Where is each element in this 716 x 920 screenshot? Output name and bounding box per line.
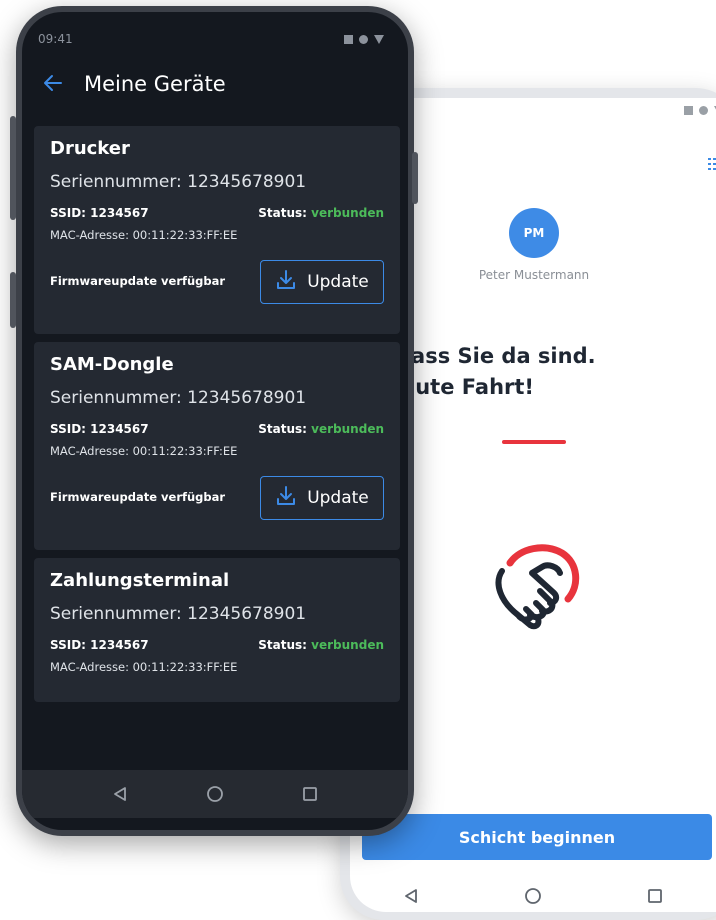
signal-icon	[684, 106, 693, 115]
device-status: Status: verbunden	[258, 422, 384, 436]
device-ssid: SSID: 1234567	[50, 422, 149, 436]
status-label: Status:	[258, 638, 307, 652]
status-label: Status:	[258, 206, 307, 220]
side-button	[412, 152, 418, 204]
download-icon	[275, 269, 297, 295]
update-label: Update	[307, 488, 369, 508]
nav-home-icon[interactable]	[198, 777, 232, 811]
device-ssid: SSID: 1234567	[50, 638, 149, 652]
update-label: Update	[307, 272, 369, 292]
device-card-sam-dongle: SAM-Dongle Seriennummer: 12345678901 SSI…	[34, 342, 400, 550]
status-value: verbunden	[311, 638, 384, 652]
avatar: PM	[509, 208, 559, 258]
power-button	[10, 272, 16, 328]
list-menu-icon[interactable]	[708, 156, 716, 175]
update-button[interactable]: Update	[260, 476, 384, 520]
firmware-notice: Firmwareupdate verfügbar	[50, 274, 226, 288]
nav-home-icon[interactable]	[516, 879, 550, 912]
network-icon	[699, 106, 708, 115]
start-shift-button[interactable]: Schicht beginnen	[362, 814, 712, 860]
device-name: SAM-Dongle	[50, 354, 174, 375]
avatar-initials: PM	[523, 226, 545, 240]
device-serial: Seriennummer: 12345678901	[50, 172, 307, 192]
firmware-notice: Firmwareupdate verfügbar	[50, 490, 226, 504]
light-nav-bar	[350, 876, 716, 912]
wifi-icon	[374, 35, 384, 44]
volume-button	[10, 116, 16, 220]
nav-recents-icon[interactable]	[638, 879, 672, 912]
devices-screen: 09:41 Meine Geräte Drucker Seriennummer:…	[22, 12, 408, 830]
back-arrow-icon[interactable]	[42, 72, 64, 98]
user-name: Peter Mustermann	[478, 268, 590, 282]
page-title: Meine Geräte	[84, 72, 226, 96]
device-serial: Seriennummer: 12345678901	[50, 388, 307, 408]
status-value: verbunden	[311, 206, 384, 220]
device-name: Drucker	[50, 138, 130, 159]
signal-icon	[344, 35, 353, 44]
device-mac: MAC-Adresse: 00:11:22:33:FF:EE	[50, 228, 238, 242]
dark-nav-bar	[22, 770, 408, 818]
device-name: Zahlungsterminal	[50, 570, 230, 591]
device-status: Status: verbunden	[258, 638, 384, 652]
nav-back-icon[interactable]	[103, 777, 137, 811]
device-card-zahlungsterminal: Zahlungsterminal Seriennummer: 123456789…	[34, 558, 400, 702]
device-mac: MAC-Adresse: 00:11:22:33:FF:EE	[50, 444, 238, 458]
handshake-icon	[480, 523, 590, 637]
status-value: verbunden	[311, 422, 384, 436]
nav-back-icon[interactable]	[394, 879, 428, 912]
update-button[interactable]: Update	[260, 260, 384, 304]
dark-phone: 09:41 Meine Geräte Drucker Seriennummer:…	[10, 6, 418, 836]
status-bar-icons	[684, 106, 716, 115]
nav-recents-icon[interactable]	[293, 777, 327, 811]
device-card-drucker: Drucker Seriennummer: 12345678901 SSID: …	[34, 126, 400, 334]
device-mac: MAC-Adresse: 00:11:22:33:FF:EE	[50, 660, 238, 674]
status-bar-icons	[344, 35, 384, 44]
start-shift-label: Schicht beginnen	[458, 827, 616, 847]
status-time: 09:41	[38, 32, 73, 46]
device-status: Status: verbunden	[258, 206, 384, 220]
download-icon	[275, 485, 297, 511]
status-label: Status:	[258, 422, 307, 436]
device-serial: Seriennummer: 12345678901	[50, 604, 307, 624]
device-ssid: SSID: 1234567	[50, 206, 149, 220]
accent-divider	[502, 440, 566, 444]
network-icon	[359, 35, 368, 44]
